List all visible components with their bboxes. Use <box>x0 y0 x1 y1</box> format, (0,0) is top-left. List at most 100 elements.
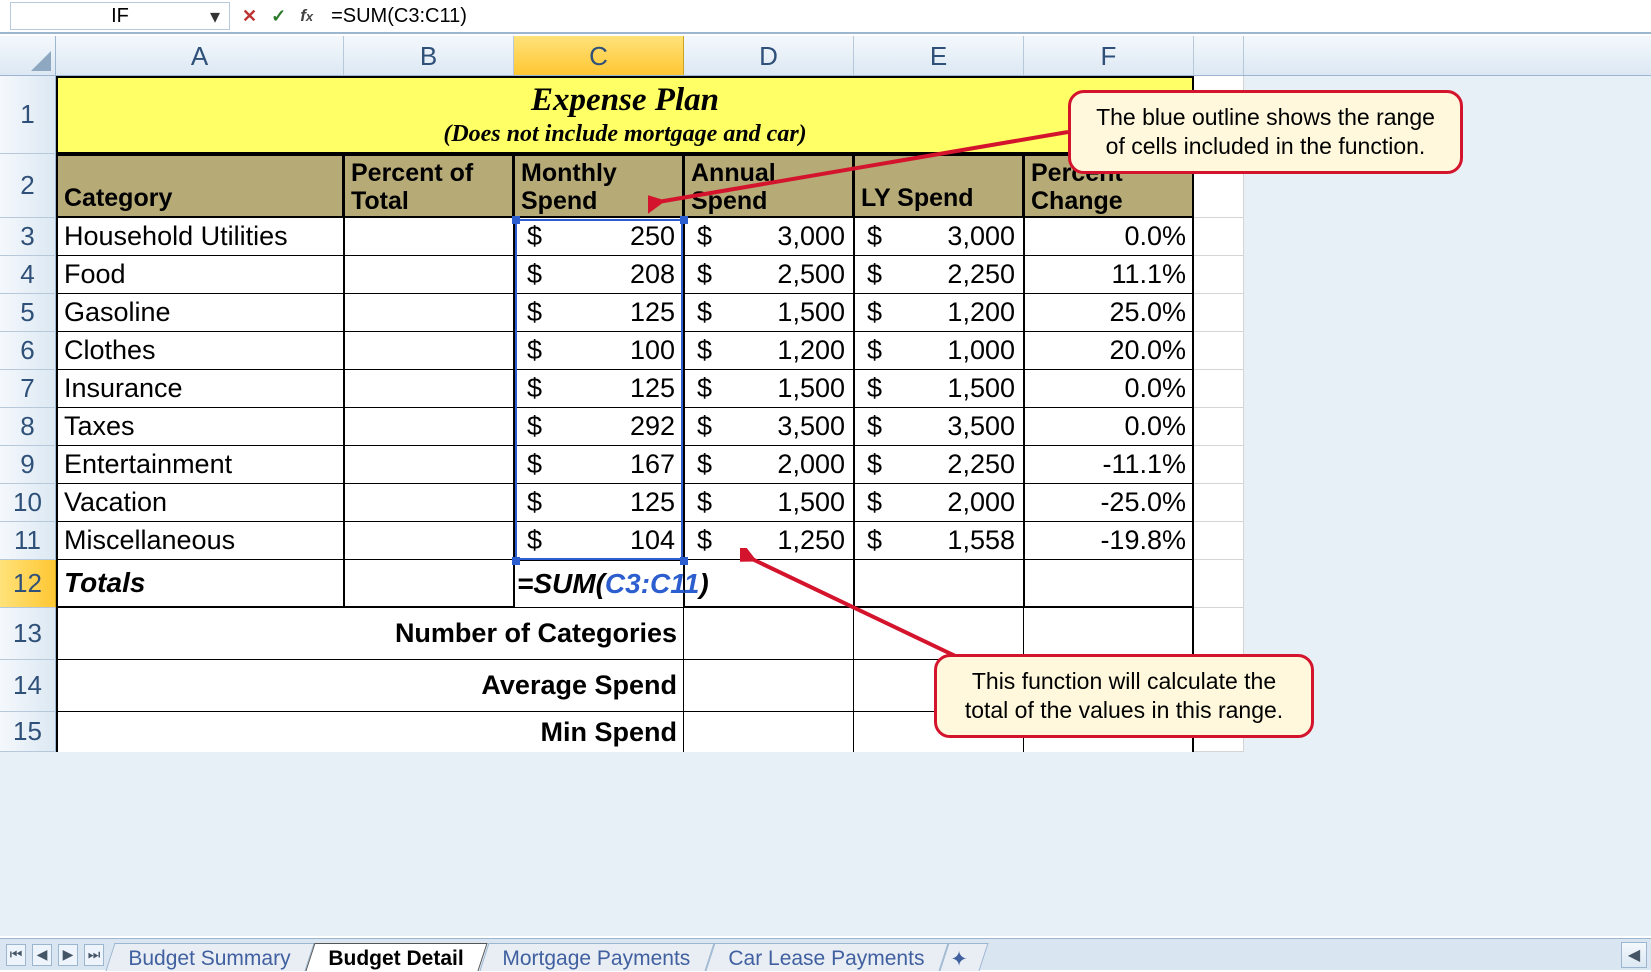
cell-monthly[interactable]: $100 <box>514 332 684 370</box>
sheet-tab-car-lease-payments[interactable]: Car Lease Payments <box>705 943 948 971</box>
row-header-10[interactable]: 10 <box>0 484 56 522</box>
sheet-tab-mortgage-payments[interactable]: Mortgage Payments <box>479 943 714 971</box>
active-cell-c12[interactable]: =SUM(C3:C11) <box>514 560 684 608</box>
cell-g10[interactable] <box>1194 484 1244 522</box>
name-box-dropdown-icon[interactable]: ▾ <box>205 6 225 26</box>
tab-nav-next-icon[interactable]: ▶ <box>58 944 78 966</box>
col-header-c[interactable]: C <box>514 36 684 75</box>
cell-pct-total[interactable] <box>344 446 514 484</box>
cell-pct-change[interactable]: 11.1% <box>1024 256 1194 294</box>
cell-pct-change[interactable]: -25.0% <box>1024 484 1194 522</box>
cell-annual[interactable]: $1,250 <box>684 522 854 560</box>
cell-category[interactable]: Household Utilities <box>56 218 344 256</box>
cell-annual[interactable]: $3,000 <box>684 218 854 256</box>
cell-e12[interactable] <box>854 560 1024 608</box>
row-header-8[interactable]: 8 <box>0 408 56 446</box>
cell-ly[interactable]: $1,558 <box>854 522 1024 560</box>
range-handle-br[interactable] <box>680 557 688 565</box>
th-annual[interactable]: Annual Spend <box>684 154 854 218</box>
cell-pct-total[interactable] <box>344 484 514 522</box>
summary-label-13[interactable]: Number of Categories <box>56 608 684 660</box>
tab-nav-first-icon[interactable]: ⏮ <box>6 944 26 966</box>
cell-f13[interactable] <box>1024 608 1194 660</box>
range-handle-tr[interactable] <box>680 216 688 224</box>
col-header-f[interactable]: F <box>1024 36 1194 75</box>
cell-g6[interactable] <box>1194 332 1244 370</box>
cell-g5[interactable] <box>1194 294 1244 332</box>
cell-monthly[interactable]: $125 <box>514 370 684 408</box>
cell-d12[interactable] <box>684 560 854 608</box>
name-box[interactable]: IF ▾ <box>10 2 230 30</box>
col-header-b[interactable]: B <box>344 36 514 75</box>
cell-g3[interactable] <box>1194 218 1244 256</box>
cell-g11[interactable] <box>1194 522 1244 560</box>
cell-monthly[interactable]: $125 <box>514 484 684 522</box>
cell-pct-total[interactable] <box>344 522 514 560</box>
th-percent-total[interactable]: Percent of Total <box>344 154 514 218</box>
cell-category[interactable]: Vacation <box>56 484 344 522</box>
cell-category[interactable]: Food <box>56 256 344 294</box>
totals-label[interactable]: Totals <box>56 560 344 608</box>
cell-ly[interactable]: $3,000 <box>854 218 1024 256</box>
hscroll-left-icon[interactable]: ◀ <box>1621 942 1647 968</box>
cell-annual[interactable]: $1,500 <box>684 370 854 408</box>
cell-pct-change[interactable]: 0.0% <box>1024 370 1194 408</box>
summary-label-14[interactable]: Average Spend <box>56 660 684 712</box>
cell-annual[interactable]: $1,500 <box>684 294 854 332</box>
th-monthly[interactable]: Monthly Spend <box>514 154 684 218</box>
cell-ly[interactable]: $2,000 <box>854 484 1024 522</box>
cell-monthly[interactable]: $104 <box>514 522 684 560</box>
cell-category[interactable]: Entertainment <box>56 446 344 484</box>
cell-monthly[interactable]: $167 <box>514 446 684 484</box>
cell-d13[interactable] <box>684 608 854 660</box>
select-all-corner[interactable] <box>0 36 56 75</box>
cell-ly[interactable]: $2,250 <box>854 446 1024 484</box>
cell-category[interactable]: Insurance <box>56 370 344 408</box>
range-handle-bl[interactable] <box>512 557 520 565</box>
row-header-3[interactable]: 3 <box>0 218 56 256</box>
cell-g8[interactable] <box>1194 408 1244 446</box>
cell-pct-total[interactable] <box>344 218 514 256</box>
row-header-13[interactable]: 13 <box>0 608 56 660</box>
cell-ly[interactable]: $1,500 <box>854 370 1024 408</box>
cell-category[interactable]: Gasoline <box>56 294 344 332</box>
cell-pct-change[interactable]: -11.1% <box>1024 446 1194 484</box>
col-header-d[interactable]: D <box>684 36 854 75</box>
col-header-e[interactable]: E <box>854 36 1024 75</box>
cell-annual[interactable]: $1,200 <box>684 332 854 370</box>
row-header-14[interactable]: 14 <box>0 660 56 712</box>
tab-nav-last-icon[interactable]: ⏭ <box>84 944 104 966</box>
col-header-a[interactable]: A <box>56 36 344 75</box>
cell-pct-total[interactable] <box>344 294 514 332</box>
cell-annual[interactable]: $3,500 <box>684 408 854 446</box>
row-header-15[interactable]: 15 <box>0 712 56 752</box>
row-header-2[interactable]: 2 <box>0 154 56 218</box>
cell-monthly[interactable]: $250 <box>514 218 684 256</box>
cell-annual[interactable]: $1,500 <box>684 484 854 522</box>
sheet-tab-budget-detail[interactable]: Budget Detail <box>306 943 488 971</box>
cell-f12[interactable] <box>1024 560 1194 608</box>
row-header-1[interactable]: 1 <box>0 76 56 154</box>
cell-pct-change[interactable]: 0.0% <box>1024 408 1194 446</box>
cell-category[interactable]: Taxes <box>56 408 344 446</box>
cell-g9[interactable] <box>1194 446 1244 484</box>
cell-ly[interactable]: $1,000 <box>854 332 1024 370</box>
cell-pct-total[interactable] <box>344 408 514 446</box>
th-category[interactable]: Category <box>56 154 344 218</box>
cell-g7[interactable] <box>1194 370 1244 408</box>
fx-icon[interactable]: fx <box>300 6 313 26</box>
cell-monthly[interactable]: $208 <box>514 256 684 294</box>
tab-nav-prev-icon[interactable]: ◀ <box>32 944 52 966</box>
cell-category[interactable]: Miscellaneous <box>56 522 344 560</box>
cell-pct-change[interactable]: -19.8% <box>1024 522 1194 560</box>
cell-annual[interactable]: $2,000 <box>684 446 854 484</box>
cell-pct-change[interactable]: 25.0% <box>1024 294 1194 332</box>
cell-pct-total[interactable] <box>344 370 514 408</box>
row-header-7[interactable]: 7 <box>0 370 56 408</box>
range-handle-tl[interactable] <box>512 216 520 224</box>
cell-pct-change[interactable]: 20.0% <box>1024 332 1194 370</box>
cell-ly[interactable]: $2,250 <box>854 256 1024 294</box>
cell-g12[interactable] <box>1194 560 1244 608</box>
row-header-11[interactable]: 11 <box>0 522 56 560</box>
cell-monthly[interactable]: $125 <box>514 294 684 332</box>
